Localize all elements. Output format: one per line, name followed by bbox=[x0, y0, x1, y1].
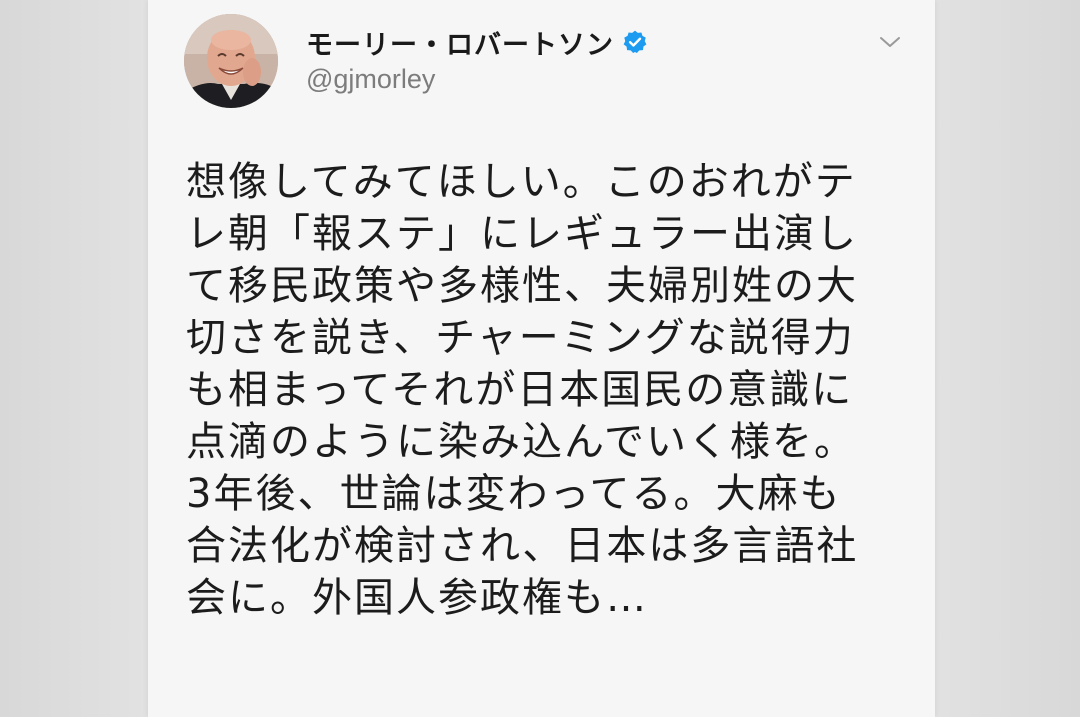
tweet-text-line: 会に。外国人参政権も… bbox=[186, 575, 648, 621]
verified-badge-icon bbox=[623, 30, 647, 53]
tweet-text-line: も相まってそれが日本国民の意識に bbox=[186, 367, 854, 413]
author-row[interactable]: モーリー・ロバートソン bbox=[306, 22, 648, 62]
tweet-text-line: 点滴のように染み込んでいく様を。 bbox=[186, 419, 856, 465]
tweet-text-line: レ朝「報ステ」にレギュラー出演し bbox=[186, 211, 858, 257]
chevron-down-icon[interactable] bbox=[876, 32, 904, 52]
tweet-text-line: 3年後、世論は変わってる。大麻も bbox=[186, 471, 842, 517]
display-name[interactable]: モーリー・ロバートソン bbox=[306, 23, 614, 62]
tweet-text-line: て移民政策や多様性、夫婦別姓の大 bbox=[186, 263, 858, 309]
tweet-text-line: 想像してみてほしい。このおれがテ bbox=[186, 159, 857, 205]
tweet-card: モーリー・ロバートソン @gjmorley 想像してみてほしい。このおれがテ レ… bbox=[148, 0, 935, 717]
tweet-text-line: 切さを説き、チャーミングな説得力 bbox=[186, 315, 855, 361]
avatar-photo bbox=[184, 14, 278, 108]
tweet-text-line: 合法化が検討され、日本は多言語社 bbox=[186, 523, 859, 569]
tweet-text: 想像してみてほしい。このおれがテ レ朝「報ステ」にレギュラー出演し て移民政策や… bbox=[186, 156, 906, 624]
author-handle[interactable]: @gjmorley bbox=[306, 64, 435, 95]
avatar[interactable] bbox=[184, 14, 278, 108]
